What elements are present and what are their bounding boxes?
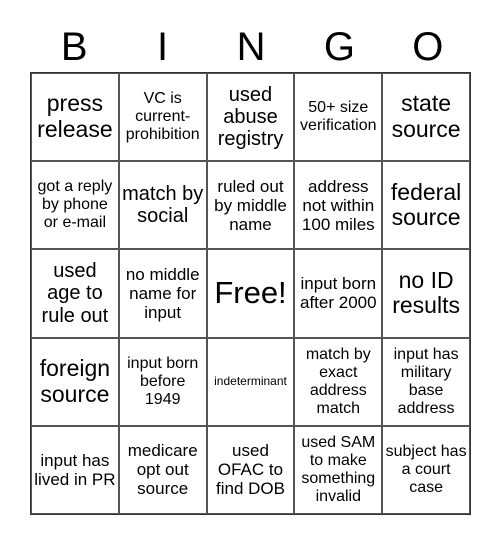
bingo-cell[interactable]: no ID results	[382, 249, 470, 338]
bingo-cell[interactable]: indeterminant	[206, 337, 295, 426]
header-letter-b: B	[60, 25, 88, 69]
bingo-cell[interactable]: input has military base address	[382, 337, 470, 426]
bingo-cell[interactable]: used abuse registry	[206, 73, 295, 162]
bingo-cell[interactable]: used SAM to make something invalid	[294, 425, 383, 514]
bingo-cell[interactable]: input has lived in PR	[31, 425, 119, 514]
header-letter-i: I	[157, 25, 169, 69]
bingo-cell[interactable]: no middle name for input	[118, 249, 207, 338]
bingo-cell[interactable]: used age to rule out	[31, 249, 119, 338]
bingo-header: B I N G O	[30, 22, 472, 72]
bingo-cell[interactable]: used OFAC to find DOB	[206, 425, 295, 514]
bingo-cell[interactable]: address not within 100 miles	[294, 161, 383, 250]
header-letter-g: G	[323, 25, 355, 69]
bingo-cell[interactable]: press release	[31, 73, 119, 162]
bingo-cell[interactable]: match by social	[118, 161, 207, 250]
bingo-cell[interactable]: VC is current-prohibition	[118, 73, 207, 162]
bingo-cell[interactable]: ruled out by middle name	[206, 161, 295, 250]
bingo-cell[interactable]: match by exact address match	[294, 337, 383, 426]
bingo-cell[interactable]: foreign source	[31, 337, 119, 426]
header-letter-n: N	[236, 25, 266, 69]
bingo-cell[interactable]: federal source	[382, 161, 470, 250]
bingo-cell[interactable]: 50+ size verification	[294, 73, 383, 162]
bingo-grid: press release VC is current-prohibition …	[30, 72, 471, 515]
bingo-cell[interactable]: state source	[382, 73, 470, 162]
header-letter-o: O	[412, 25, 444, 69]
bingo-cell[interactable]: medicare opt out source	[118, 425, 207, 514]
bingo-cell[interactable]: input born before 1949	[118, 337, 207, 426]
bingo-cell[interactable]: input born after 2000	[294, 249, 383, 338]
free-space-cell[interactable]: Free!	[206, 249, 295, 338]
bingo-cell[interactable]: subject has a court case	[382, 425, 470, 514]
bingo-cell[interactable]: got a reply by phone or e-mail	[31, 161, 119, 250]
